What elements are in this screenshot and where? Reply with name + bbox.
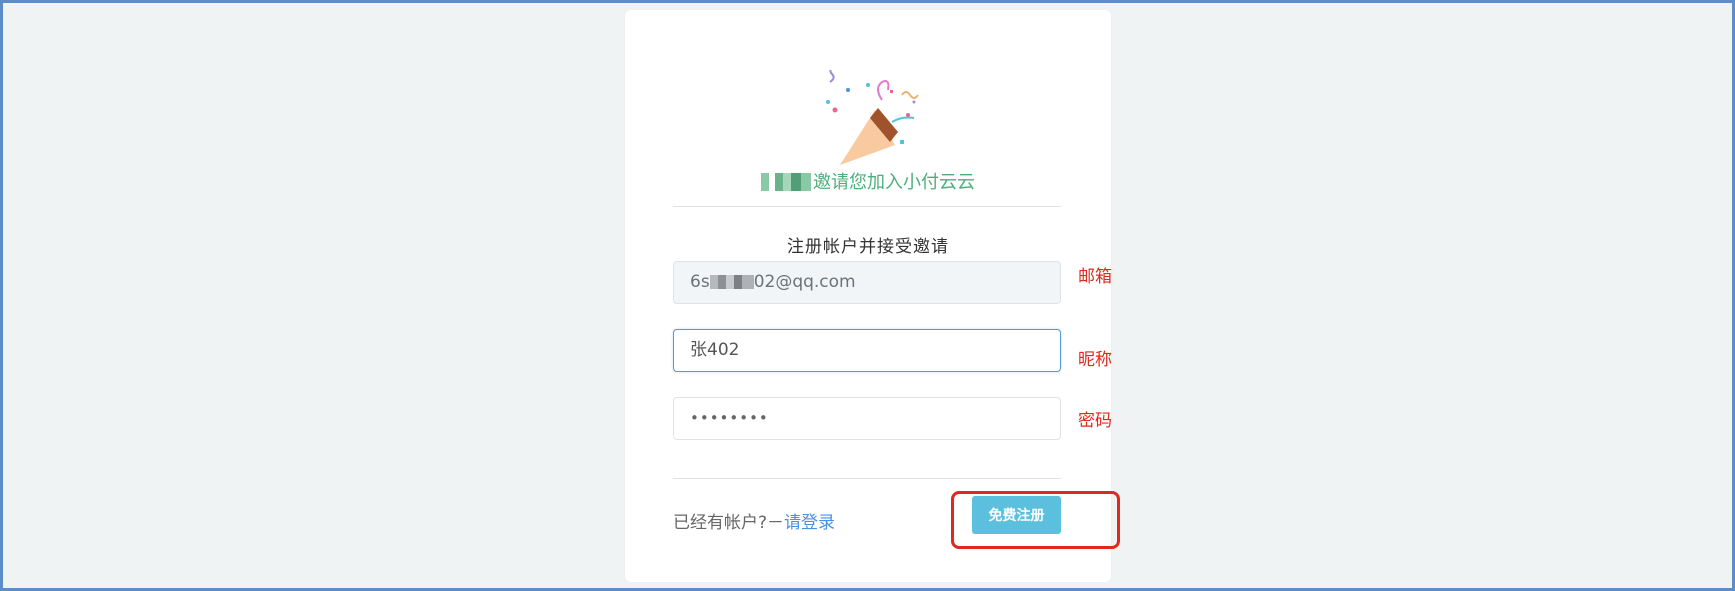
invite-text: 邀请您加入小付云云 (813, 172, 975, 193)
nickname-annotation: 昵称 (1078, 350, 1112, 370)
login-link[interactable]: 请登录 (784, 513, 835, 533)
login-prompt: 已经有帐户?－请登录 (673, 508, 835, 533)
party-popper-icon (826, 70, 919, 165)
password-annotation: 密码 (1078, 411, 1112, 431)
register-highlight-box (951, 491, 1120, 549)
invite-message: 邀请您加入小付云云 (625, 168, 1111, 194)
email-suffix: 02@qq.com (753, 272, 856, 292)
email-prefix: 6s (690, 272, 710, 292)
form-heading: 注册帐户并接受邀请 (787, 237, 949, 257)
inviter-name-redacted (761, 173, 811, 191)
divider (673, 206, 1061, 207)
email-redacted (709, 275, 754, 289)
email-field[interactable]: 6s 02@qq.com (673, 261, 1061, 304)
nickname-field[interactable]: 张402 (673, 329, 1061, 372)
email-annotation: 邮箱 (1078, 267, 1112, 287)
has-account-text: 已经有帐户?－ (673, 513, 785, 533)
password-field[interactable]: •••••••• (673, 397, 1061, 440)
divider (673, 478, 1061, 479)
